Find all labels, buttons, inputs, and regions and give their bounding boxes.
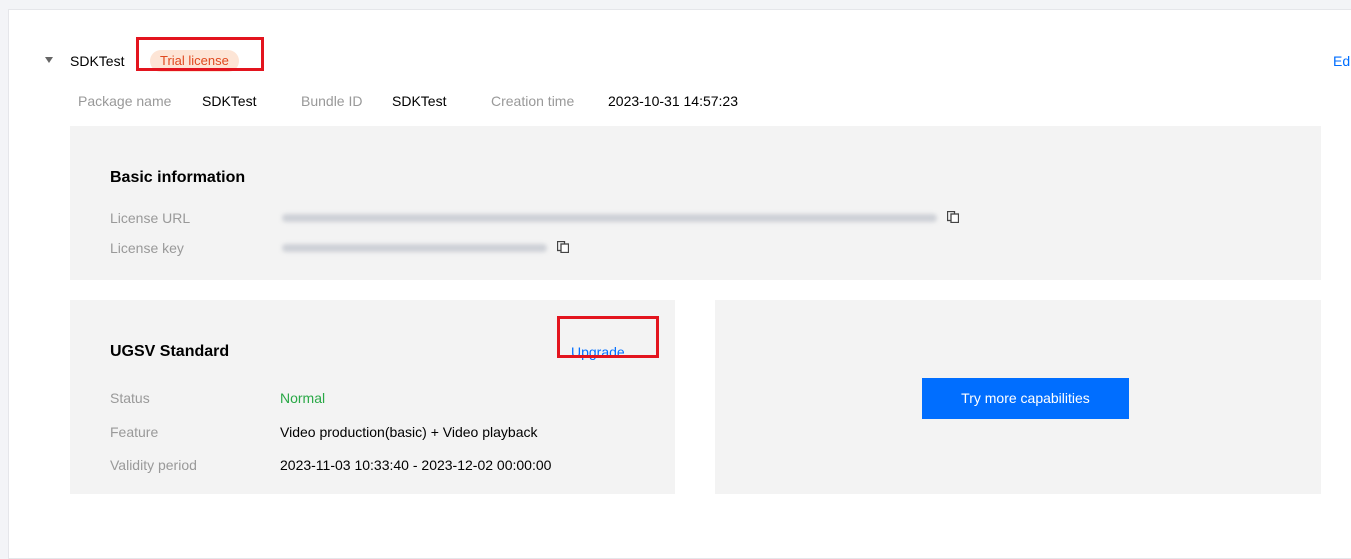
basic-information-title: Basic information — [110, 169, 246, 186]
badge-highlight-box — [136, 37, 264, 71]
app-name: SDKTest — [70, 53, 125, 69]
license-url-label: License URL — [110, 210, 191, 226]
status-value: Normal — [280, 390, 326, 406]
bundle-id-label: Bundle ID — [301, 93, 362, 109]
meta-label: Creation time — [491, 93, 575, 109]
status-label: Status — [110, 390, 150, 406]
copy-key-icon[interactable] — [557, 241, 569, 253]
package-name-value: SDKTest — [202, 93, 256, 109]
creation-time-value: 2023-10-31 14:57:23 — [608, 93, 738, 109]
feature-label: Feature — [110, 424, 159, 440]
meta-label: Package name — [78, 93, 172, 109]
edit-link[interactable]: Ed — [1333, 53, 1350, 69]
ugsv-standard-title: UGSV Standard — [110, 343, 230, 360]
validity-period-value: 2023-11-03 10:33:40 - 2023-12-02 00:00:0… — [280, 457, 552, 473]
try-more-capabilities-button[interactable]: Try more capabilities — [922, 378, 1129, 419]
copy-url-icon[interactable] — [947, 211, 959, 223]
meta-value: 2023-10-31 14:57:23 — [608, 93, 738, 109]
feature-value: Video production(basic) + Video playback — [280, 424, 538, 440]
license-key-label: License key — [110, 240, 184, 256]
license-key-value-redacted — [282, 244, 547, 252]
license-url-value-redacted — [282, 214, 937, 222]
meta-value: SDKTest — [392, 93, 447, 109]
meta-label: Bundle ID — [301, 93, 363, 109]
meta-value: SDKTest — [202, 93, 257, 109]
package-name-label: Package name — [78, 93, 171, 109]
upgrade-highlight-box — [557, 316, 659, 358]
creation-time-label: Creation time — [491, 93, 574, 109]
basic-information-panel — [70, 126, 1321, 280]
collapse-caret-icon[interactable] — [45, 57, 53, 63]
bundle-id-value: SDKTest — [392, 93, 446, 109]
validity-period-label: Validity period — [110, 457, 197, 473]
